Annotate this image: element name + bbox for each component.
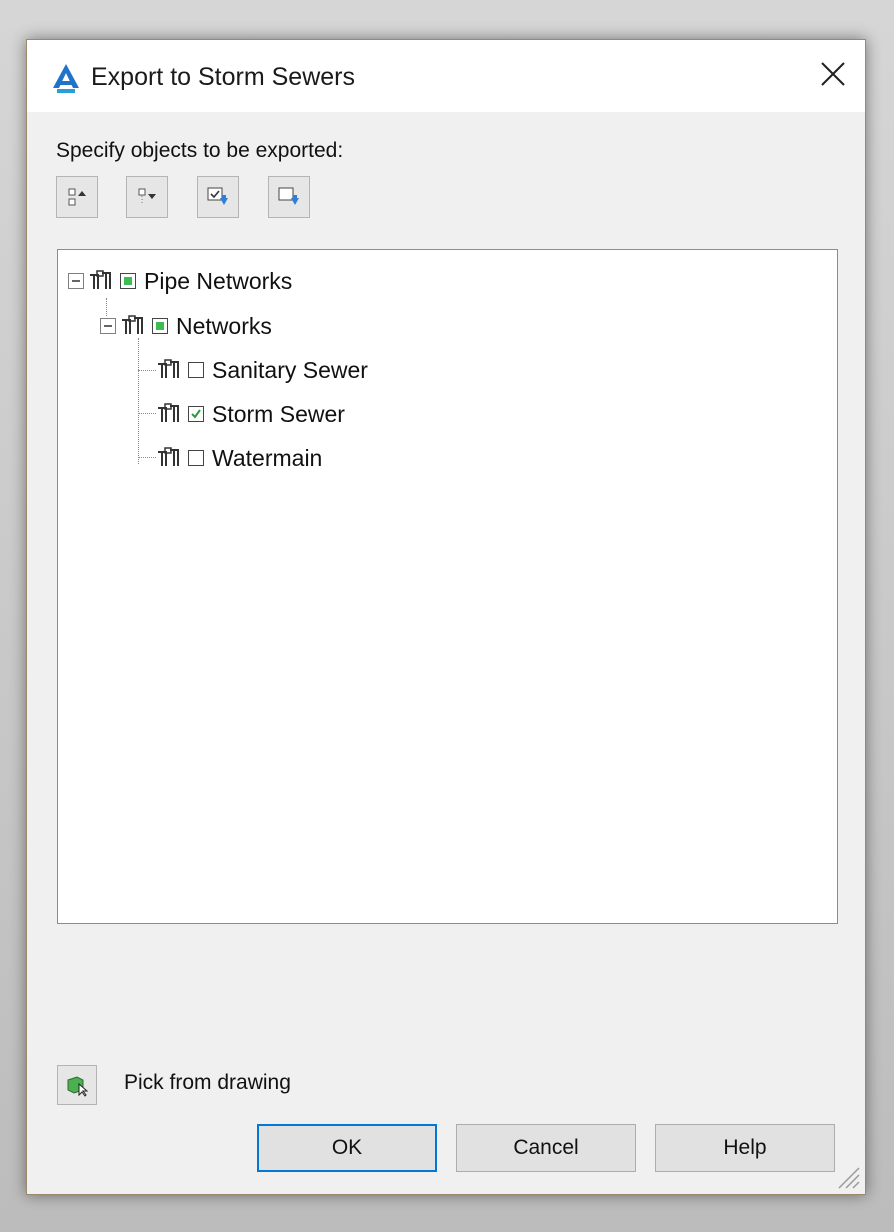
pipe-network-icon xyxy=(158,359,179,378)
instructions-label: Specify objects to be exported: xyxy=(56,139,344,162)
pipe-network-icon xyxy=(122,315,143,334)
pipe-network-icon xyxy=(90,270,111,289)
tree-node-storm-sewer[interactable]: Storm Sewer xyxy=(156,396,345,432)
resize-grip-icon[interactable] xyxy=(835,1164,861,1190)
tree-node-label: Sanitary Sewer xyxy=(212,356,368,383)
tree-node-pipe-networks[interactable]: Pipe Networks xyxy=(68,263,292,299)
pick-from-drawing-button[interactable] xyxy=(57,1065,97,1105)
collapse-tree-icon xyxy=(68,188,86,206)
collapse-toggle-icon[interactable] xyxy=(68,273,84,289)
select-all-button[interactable] xyxy=(197,176,239,218)
export-dialog: Export to Storm Sewers Specify objects t… xyxy=(26,39,866,1195)
tree-connector xyxy=(138,413,156,414)
watermain-checkbox[interactable] xyxy=(188,450,204,466)
tree-node-label: Watermain xyxy=(212,444,323,471)
pick-from-drawing-label: Pick from drawing xyxy=(124,1071,291,1094)
cancel-button[interactable]: Cancel xyxy=(456,1124,636,1172)
object-tree[interactable]: Pipe Networks Networks Sanitary Sewer St… xyxy=(57,249,838,924)
pipe-networks-checkbox[interactable] xyxy=(120,273,136,289)
check-all-icon xyxy=(207,187,228,205)
tree-connector xyxy=(138,370,156,371)
uncheck-all-icon xyxy=(278,187,299,205)
sanitary-sewer-checkbox[interactable] xyxy=(188,362,204,378)
tree-node-label: Networks xyxy=(176,312,272,339)
tree-node-sanitary-sewer[interactable]: Sanitary Sewer xyxy=(156,352,368,388)
autocad-civil-icon xyxy=(53,64,79,93)
pipe-network-icon xyxy=(158,403,179,422)
networks-checkbox[interactable] xyxy=(152,318,168,334)
tree-connector xyxy=(138,338,139,464)
collapse-all-button[interactable] xyxy=(56,176,98,218)
tree-node-label: Pipe Networks xyxy=(144,267,293,294)
pipe-network-icon xyxy=(158,447,179,466)
title-bar: Export to Storm Sewers xyxy=(27,40,865,112)
storm-sewer-checkbox[interactable] xyxy=(188,406,204,422)
checkmark-icon xyxy=(191,409,201,419)
help-button[interactable]: Help xyxy=(655,1124,835,1172)
tree-connector xyxy=(138,457,156,458)
tree-node-label: Storm Sewer xyxy=(212,400,345,427)
expand-all-button[interactable] xyxy=(126,176,168,218)
collapse-toggle-icon[interactable] xyxy=(100,318,116,334)
tree-node-networks[interactable]: Networks xyxy=(100,308,272,344)
close-button[interactable] xyxy=(815,56,851,92)
ok-button[interactable]: OK xyxy=(257,1124,437,1172)
dialog-title: Export to Storm Sewers xyxy=(91,63,355,91)
tree-node-watermain[interactable]: Watermain xyxy=(156,440,322,476)
clear-all-button[interactable] xyxy=(268,176,310,218)
close-icon xyxy=(821,62,845,86)
expand-tree-icon xyxy=(138,188,156,205)
pick-from-drawing-icon xyxy=(67,1076,89,1097)
